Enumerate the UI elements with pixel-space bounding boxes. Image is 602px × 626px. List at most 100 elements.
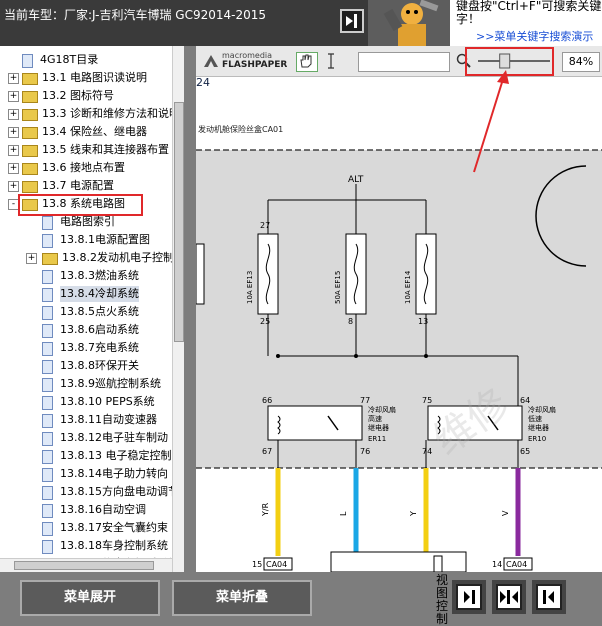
tree-item-label: 13.8.2发动机电子控制 [62, 251, 174, 264]
tree-item-label: 13.2 图标符号 [42, 89, 114, 102]
brand-bottom: FLASHPAPER [222, 60, 288, 70]
view-split-button[interactable] [496, 584, 522, 610]
find-input[interactable] [358, 52, 450, 72]
tree-item[interactable]: 13.8.12电子驻车制动 [0, 430, 172, 446]
tree-item[interactable]: 13.8.18车身控制系统 [0, 538, 172, 554]
svg-text:64: 64 [520, 396, 530, 405]
svg-text:75: 75 [422, 396, 432, 405]
expand-icon[interactable]: + [8, 73, 19, 84]
folder-icon [22, 181, 38, 193]
nav-wrap-1 [452, 580, 486, 614]
nav-wrap-2 [492, 580, 526, 614]
tree-item-label: 13.8.12电子驻车制动 [60, 431, 168, 444]
tree-item-label: 13.8.17安全气囊约束 [60, 521, 168, 534]
tree-item[interactable]: 13.8.8环保开关 [0, 358, 172, 374]
tree-item[interactable]: +13.2 图标符号 [0, 88, 172, 104]
tree-item[interactable]: 13.8.11自动变速器 [0, 412, 172, 428]
tree-item[interactable]: 13.8.14电子助力转向 [0, 466, 172, 482]
svg-text:77: 77 [360, 396, 370, 405]
tree-item[interactable]: 13.8.15方向盘电动调节 [0, 484, 179, 500]
fuse-top-pin: 27 [260, 221, 270, 230]
tree-item-label: 13.7 电源配置 [42, 179, 114, 192]
expand-icon[interactable]: + [8, 127, 19, 138]
tree-scroll-thumb[interactable] [174, 102, 184, 342]
document-icon [42, 540, 53, 554]
tree-hscroll-thumb[interactable] [14, 561, 154, 570]
tree-vertical-scrollbar[interactable] [172, 46, 184, 572]
expand-icon[interactable]: + [8, 181, 19, 192]
expand-icon[interactable]: + [8, 91, 19, 102]
view-expand-left-button[interactable] [536, 584, 562, 610]
tree-item-label: 13.8.18车身控制系统 [60, 539, 168, 552]
tree-item-label: 13.8.9巡航控制系统 [60, 377, 161, 390]
view-expand-right-button[interactable] [456, 584, 482, 610]
svg-text:74: 74 [422, 447, 432, 456]
tree-item[interactable]: +13.6 接地点布置 [0, 160, 172, 176]
tree-item[interactable]: 13.8.4冷却系统 [0, 286, 172, 302]
tree-item[interactable]: +13.1 电路图识读说明 [0, 70, 172, 86]
tree-item-label: 13.5 线束和其连接器布置 [42, 143, 169, 156]
wire-color-code: L [339, 511, 348, 516]
tree-item-label: 13.3 诊断和维修方法和说明 [42, 107, 180, 120]
tree-item-label: 13.6 接地点布置 [42, 161, 125, 174]
folder-icon [22, 145, 38, 157]
tree-item-label: 13.8.13 电子稳定控制 [60, 449, 172, 462]
tree-item[interactable]: 13.8.7充电系统 [0, 340, 172, 356]
folder-icon [22, 127, 38, 139]
bottom-bar: 菜单展开 菜单折叠 视图控制 [0, 572, 602, 626]
folder-icon [22, 109, 38, 121]
expand-icon[interactable]: + [8, 163, 19, 174]
tree-item[interactable]: +13.4 保险丝、继电器 [0, 124, 172, 140]
svg-text:CA04: CA04 [506, 560, 527, 569]
arrow-right-bar-icon [464, 590, 475, 604]
connector: CA04 15 [252, 557, 293, 571]
tree-item[interactable]: +13.8.2发动机电子控制 [0, 250, 174, 266]
tree-item-label: 13.8.15方向盘电动调节 [60, 485, 179, 498]
search-tip-panel: 键盘按"Ctrl+F"可搜索关键字！ >>菜单关键字搜索演示 [450, 0, 602, 46]
tree-item[interactable]: 13.8.17安全气囊约束 [0, 520, 172, 536]
hand-tool-button[interactable] [296, 52, 318, 72]
tree-item-label: 13.8.1电源配置图 [60, 233, 150, 246]
menu-collapse-button[interactable]: 菜单折叠 [172, 580, 312, 616]
document-icon [42, 360, 53, 374]
expand-icon[interactable]: + [8, 145, 19, 156]
tree-item[interactable]: 13.8.3燃油系统 [0, 268, 172, 284]
wire-color-code: V [501, 510, 510, 516]
tree-item[interactable]: 电路图索引 [0, 214, 172, 230]
fuse-name: 10A EF13 [246, 271, 254, 304]
tree-item[interactable]: 4G18T目录 [0, 52, 172, 68]
tree-item[interactable]: +13.5 线束和其连接器布置 [0, 142, 172, 158]
tree-item-label: 13.8.16自动空调 [60, 503, 146, 516]
text-select-icon[interactable] [326, 53, 336, 69]
fuse-bottom-pin: 13 [418, 317, 428, 326]
tree-item[interactable]: +13.7 电源配置 [0, 178, 172, 194]
annotation-arrow [473, 70, 509, 173]
hand-icon [300, 54, 312, 68]
tree-item-label: 13.8.6启动系统 [60, 323, 139, 336]
tree-item[interactable]: 13.8.9巡航控制系统 [0, 376, 172, 392]
expand-icon[interactable]: + [26, 253, 37, 264]
document-icon [42, 216, 53, 230]
tree-horizontal-scrollbar[interactable] [0, 558, 172, 572]
toggle-view-button[interactable] [340, 9, 364, 33]
document-icon [42, 324, 53, 338]
expand-icon[interactable]: + [8, 109, 19, 120]
folder-icon [22, 163, 38, 175]
tree-item[interactable]: 13.8.10 PEPS系统 [0, 394, 172, 410]
tree-item[interactable]: +13.3 诊断和维修方法和说明 [0, 106, 180, 122]
tree-item[interactable]: 13.8.16自动空调 [0, 502, 172, 518]
fuse-bottom-pin: 25 [260, 317, 270, 326]
tree-item[interactable]: 13.8.13 电子稳定控制 [0, 448, 172, 464]
view-control-label: 视图控制 [436, 573, 449, 626]
keyword-search-demo-link[interactable]: >>菜单关键字搜索演示 [476, 28, 593, 44]
zoom-percent[interactable]: 84% [562, 52, 600, 72]
tree-item[interactable]: 13.8.1电源配置图 [0, 232, 172, 248]
svg-text:15: 15 [252, 560, 262, 569]
tree-item[interactable]: 13.8.6启动系统 [0, 322, 172, 338]
menu-expand-button[interactable]: 菜单展开 [20, 580, 160, 616]
highlight-box-menu [18, 194, 143, 216]
wiring-diagram: 发动机舱保险丝盒CA01 ALT 27 25 10A EF13 8 50A EF15 13… [196, 124, 602, 572]
document-icon [42, 288, 53, 302]
tree-item-label: 13.8.8环保开关 [60, 359, 139, 372]
tree-item[interactable]: 13.8.5点火系统 [0, 304, 172, 320]
